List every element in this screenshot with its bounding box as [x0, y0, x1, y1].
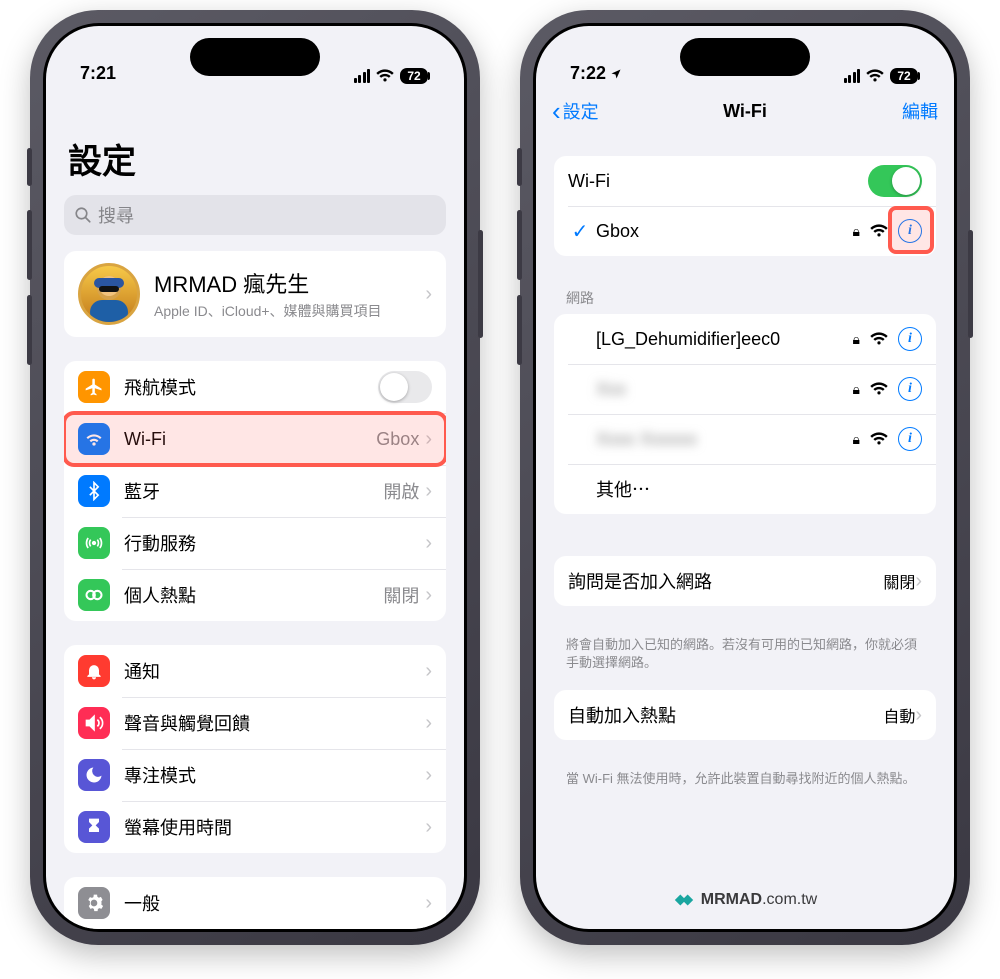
chevron-right-icon: › [425, 764, 432, 787]
status-time: 7:21 [80, 63, 116, 84]
battery-icon: 72 [890, 68, 918, 84]
row-cellular[interactable]: 行動服務 › [64, 517, 446, 569]
ask-to-join-row[interactable]: 詢問是否加入網路 關閉 › [554, 556, 936, 606]
row-focus[interactable]: 專注模式 › [64, 749, 446, 801]
search-icon [74, 206, 92, 224]
apple-id-row[interactable]: MRMAD 瘋先生 Apple ID、iCloud+、媒體與購買項目 › [64, 251, 446, 337]
ask-join-footer: 將會自動加入已知的網路。若沒有可用的已知網路，你就必須手動選擇網路。 [536, 630, 954, 676]
row-hotspot[interactable]: 個人熱點 關閉 › [64, 569, 446, 621]
avatar [78, 263, 140, 325]
info-icon[interactable]: i [898, 327, 922, 351]
wifi-strength-icon [870, 332, 888, 346]
dynamic-island [190, 38, 320, 76]
hourglass-icon [78, 811, 110, 843]
chevron-right-icon: › [425, 892, 432, 915]
row-bluetooth[interactable]: 藍牙 開啟 › [64, 465, 446, 517]
moon-icon [78, 759, 110, 791]
profile-name: MRMAD 瘋先生 [154, 267, 425, 299]
info-icon[interactable]: i [898, 377, 922, 401]
wifi-settings-icon [78, 423, 110, 455]
network-row[interactable]: [LG_Dehumidifier]eec0 🔒︎ i [554, 314, 936, 364]
watermark-icon [673, 889, 695, 911]
auto-hotspot-row[interactable]: 自動加入熱點 自動 › [554, 690, 936, 740]
chevron-right-icon: › [425, 480, 432, 503]
speaker-icon [78, 707, 110, 739]
network-row[interactable]: Xxx 🔒︎ i [554, 364, 936, 414]
airplane-toggle[interactable] [378, 371, 432, 403]
chevron-right-icon: › [915, 704, 922, 727]
watermark: MRMAD.com.tw [536, 889, 954, 911]
phone-right: 7:22 72 ‹ 設定 Wi-Fi 編輯 Wi-Fi ✓ Gbox [520, 10, 970, 945]
chevron-right-icon: › [425, 532, 432, 555]
auto-hotspot-footer: 當 Wi-Fi 無法使用時，允許此裝置自動尋找附近的個人熱點。 [536, 764, 954, 792]
location-icon [610, 68, 622, 80]
lock-icon: 🔒︎ [853, 381, 860, 398]
nav-title: Wi-Fi [536, 101, 954, 122]
profile-sub: Apple ID、iCloud+、媒體與購買項目 [154, 301, 425, 321]
bluetooth-icon [78, 475, 110, 507]
row-airplane[interactable]: 飛航模式 [64, 361, 446, 413]
cellular-signal-icon [354, 69, 371, 83]
wifi-icon [866, 69, 884, 83]
checkmark-icon: ✓ [568, 219, 592, 244]
phone-left: 7:21 72 設定 搜尋 MRMAD 瘋先生 Apple ID、iCloud+… [30, 10, 480, 945]
connected-network-row[interactable]: ✓ Gbox 🔒︎ i [554, 206, 936, 256]
chevron-right-icon: › [425, 428, 432, 451]
chevron-right-icon: › [425, 816, 432, 839]
cellular-signal-icon [844, 69, 861, 83]
airplane-icon [78, 371, 110, 403]
hotspot-icon [78, 579, 110, 611]
row-notifications[interactable]: 通知 › [64, 645, 446, 697]
chevron-right-icon: › [425, 660, 432, 683]
wifi-toggle-row[interactable]: Wi-Fi [554, 156, 936, 206]
cellular-icon [78, 527, 110, 559]
chevron-right-icon: › [425, 283, 432, 306]
bell-icon [78, 655, 110, 687]
row-sounds[interactable]: 聲音與觸覺回饋 › [64, 697, 446, 749]
status-time: 7:22 [570, 63, 606, 84]
wifi-toggle[interactable] [868, 165, 922, 197]
row-general[interactable]: 一般 › [64, 877, 446, 929]
wifi-strength-icon [870, 432, 888, 446]
chevron-right-icon: › [915, 570, 922, 593]
section-header-networks: 網路 [536, 280, 954, 314]
gear-icon [78, 887, 110, 919]
other-network-row[interactable]: 其他⋯ [554, 464, 936, 514]
dynamic-island [680, 38, 810, 76]
row-screentime[interactable]: 螢幕使用時間 › [64, 801, 446, 853]
wifi-strength-icon [870, 224, 888, 238]
info-icon[interactable]: i [898, 219, 922, 243]
lock-icon: 🔒︎ [853, 223, 860, 240]
page-title: 設定 [46, 88, 464, 191]
search-input[interactable]: 搜尋 [64, 195, 446, 235]
wifi-icon [376, 69, 394, 83]
chevron-right-icon: › [425, 712, 432, 735]
network-row[interactable]: Xxxx Xxxxxx 🔒︎ i [554, 414, 936, 464]
lock-icon: 🔒︎ [853, 431, 860, 448]
battery-icon: 72 [400, 68, 428, 84]
row-wifi[interactable]: Wi-Fi Gbox › [64, 413, 446, 465]
wifi-strength-icon [870, 382, 888, 396]
search-placeholder: 搜尋 [98, 202, 134, 228]
chevron-right-icon: › [425, 584, 432, 607]
lock-icon: 🔒︎ [853, 331, 860, 348]
info-icon[interactable]: i [898, 427, 922, 451]
